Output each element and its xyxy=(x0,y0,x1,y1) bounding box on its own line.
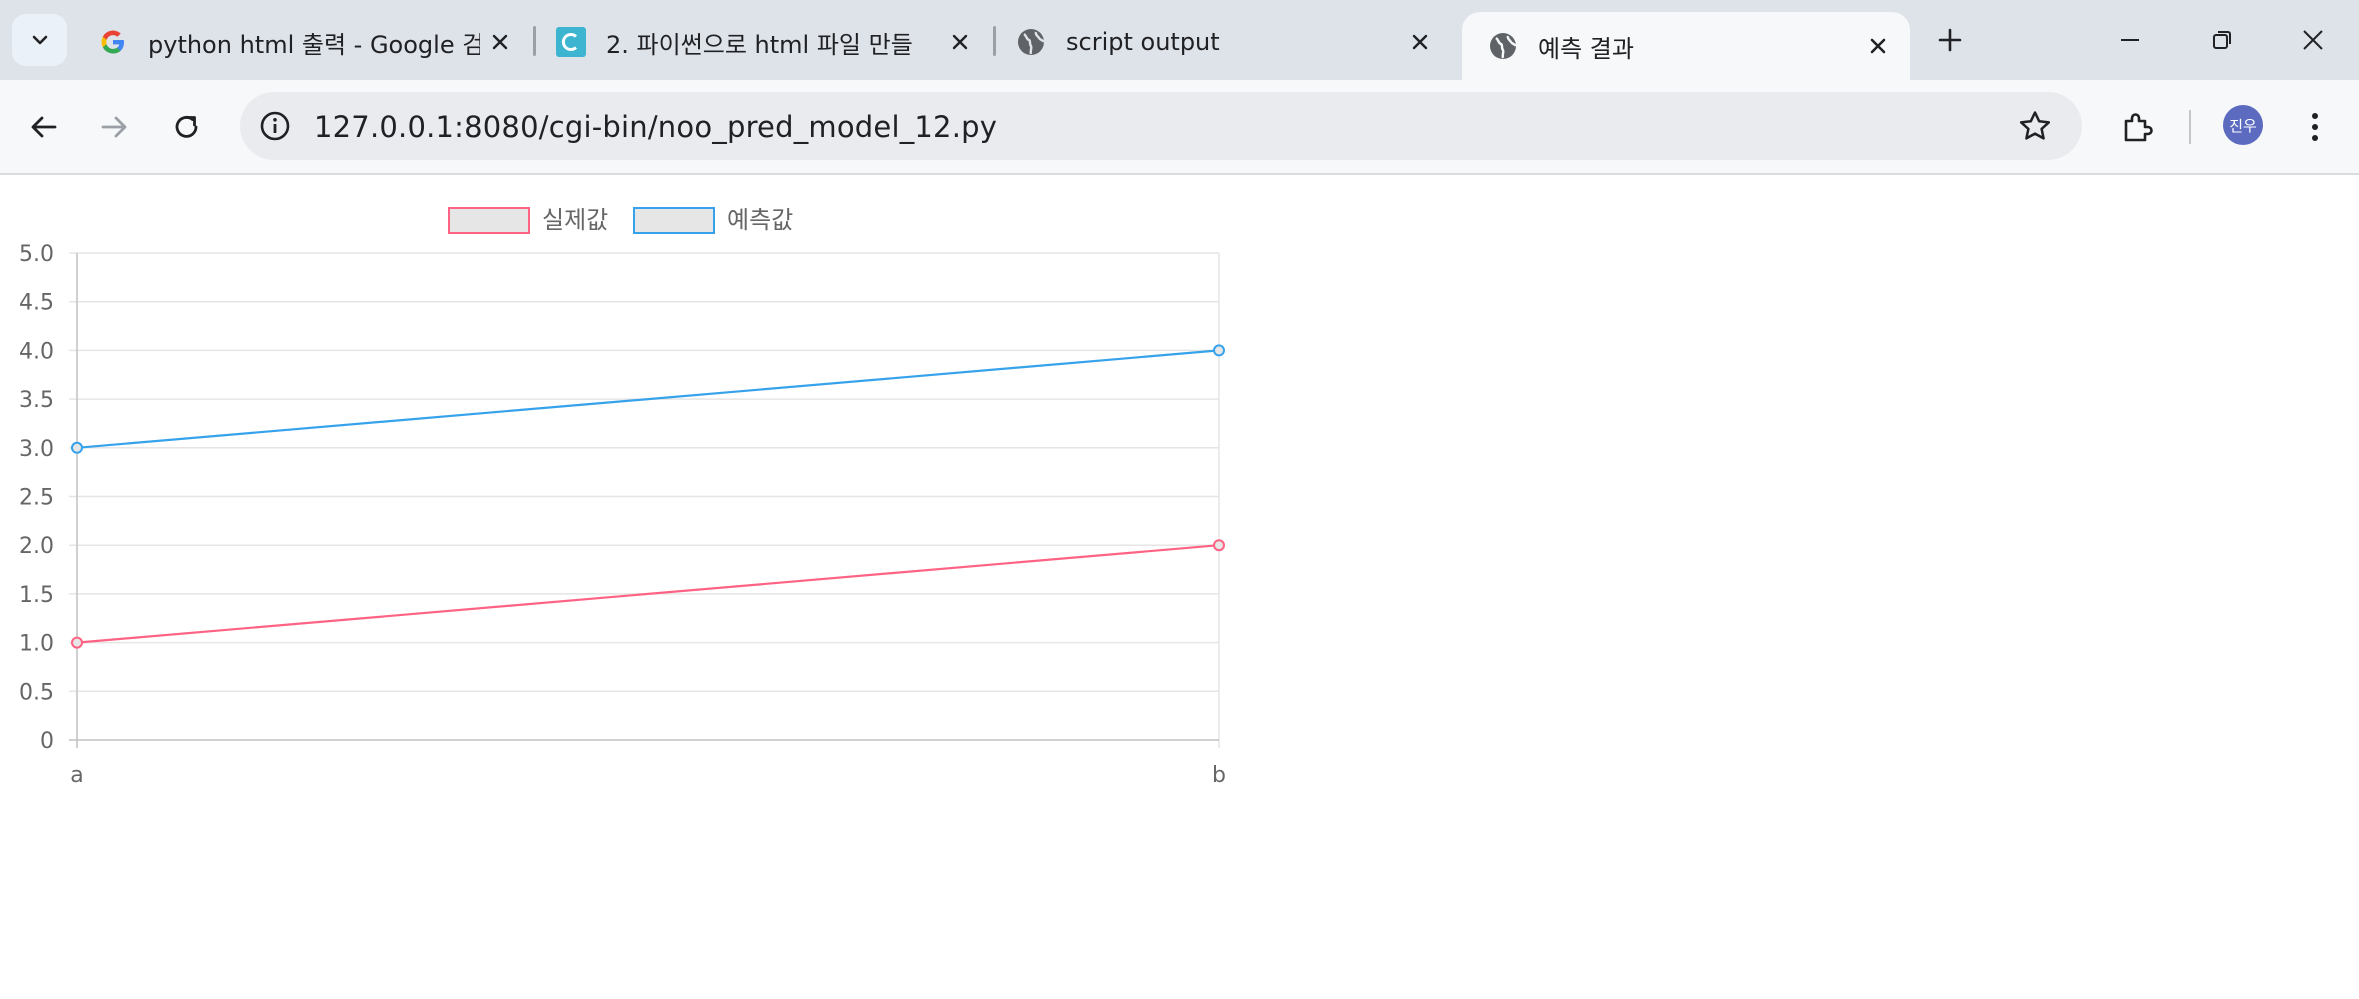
tab-strip: python html 출력 - Google 검 2. 파이썬으로 html … xyxy=(0,0,2359,80)
profile-avatar[interactable]: 진우 xyxy=(2223,105,2263,145)
close-icon[interactable] xyxy=(1400,22,1440,62)
y-tick-label: 3.5 xyxy=(19,388,54,413)
site-info-icon[interactable] xyxy=(258,109,292,143)
y-tick-label: 4.5 xyxy=(19,291,54,316)
tab-google-search[interactable]: python html 출력 - Google 검 xyxy=(72,12,532,72)
globe-icon xyxy=(1488,31,1518,61)
reload-button[interactable] xyxy=(164,104,210,150)
y-tick-label: 2.5 xyxy=(19,486,54,511)
tab-html-file-article[interactable]: 2. 파이썬으로 html 파일 만들 xyxy=(530,12,992,72)
data-point xyxy=(71,636,83,649)
new-tab-button[interactable] xyxy=(1920,12,1980,68)
close-icon[interactable] xyxy=(480,22,520,62)
chevron-down-icon xyxy=(32,35,47,45)
toolbar-divider xyxy=(2189,110,2191,144)
menu-button[interactable] xyxy=(2292,104,2338,150)
line-chart: 0 0.5 1.0 1.5 2.0 2.5 3.0 3.5 4.0 4.5 5.0 a b 실제값 예측값 xyxy=(19,206,1226,788)
globe-icon xyxy=(1016,27,1046,57)
address-bar[interactable]: 127.0.0.1:8080/cgi-bin/noo_pred_model_12… xyxy=(240,92,2082,160)
restore-button[interactable] xyxy=(2192,12,2252,68)
data-point xyxy=(71,441,83,454)
legend-label: 실제값 xyxy=(542,206,608,234)
forward-arrow-icon xyxy=(101,116,127,138)
tab-title: python html 출력 - Google 검 xyxy=(148,30,480,59)
close-icon[interactable] xyxy=(940,22,980,62)
y-tick-label: 4.0 xyxy=(19,339,54,364)
google-g-icon xyxy=(98,27,128,57)
legend-swatch xyxy=(633,207,715,234)
restore-icon xyxy=(2213,31,2231,49)
minimize-icon xyxy=(2121,39,2139,41)
back-arrow-icon xyxy=(31,116,57,138)
tab-prediction-result[interactable]: 예측 결과 xyxy=(1462,12,1910,80)
y-tick-label: 3.0 xyxy=(19,437,54,462)
minimize-button[interactable] xyxy=(2100,12,2160,68)
tab-title: 예측 결과 xyxy=(1538,34,1634,63)
tab-title: 2. 파이썬으로 html 파일 만들 xyxy=(606,30,913,59)
data-point xyxy=(1213,539,1225,552)
close-icon xyxy=(2303,30,2323,50)
tab-script-output[interactable]: script output xyxy=(990,12,1452,72)
data-point xyxy=(1213,344,1225,357)
page-content: 0 0.5 1.0 1.5 2.0 2.5 3.0 3.5 4.0 4.5 5.0 a b 실제값 예측값 xyxy=(0,175,2359,999)
puzzle-piece-icon xyxy=(2124,113,2153,142)
close-icon[interactable] xyxy=(1858,26,1898,66)
browser-toolbar: 127.0.0.1:8080/cgi-bin/noo_pred_model_12… xyxy=(0,80,2359,175)
tab-title: script output xyxy=(1066,28,1220,56)
x-tick-label: b xyxy=(1212,763,1226,788)
y-tick-label: 1.0 xyxy=(19,632,54,657)
y-tick-label: 0.5 xyxy=(19,680,54,705)
forward-button[interactable] xyxy=(91,104,137,150)
kebab-menu-icon xyxy=(2312,113,2318,141)
y-tick-label: 5.0 xyxy=(19,242,54,267)
legend-label: 예측값 xyxy=(727,206,793,234)
c-site-icon xyxy=(556,27,586,57)
y-tick-label: 0 xyxy=(40,729,54,754)
x-tick-label: a xyxy=(70,763,83,788)
legend-swatch xyxy=(448,207,530,234)
plus-icon xyxy=(1938,28,1962,52)
extensions-button[interactable] xyxy=(2114,104,2160,150)
reload-icon xyxy=(175,116,198,138)
url-text[interactable]: 127.0.0.1:8080/cgi-bin/noo_pred_model_12… xyxy=(314,110,997,144)
close-window-button[interactable] xyxy=(2283,12,2343,68)
y-tick-label: 2.0 xyxy=(19,534,54,559)
tab-search-button[interactable] xyxy=(12,14,67,66)
back-button[interactable] xyxy=(21,104,67,150)
y-tick-label: 1.5 xyxy=(19,583,54,608)
bookmark-star-icon[interactable] xyxy=(2016,107,2054,145)
